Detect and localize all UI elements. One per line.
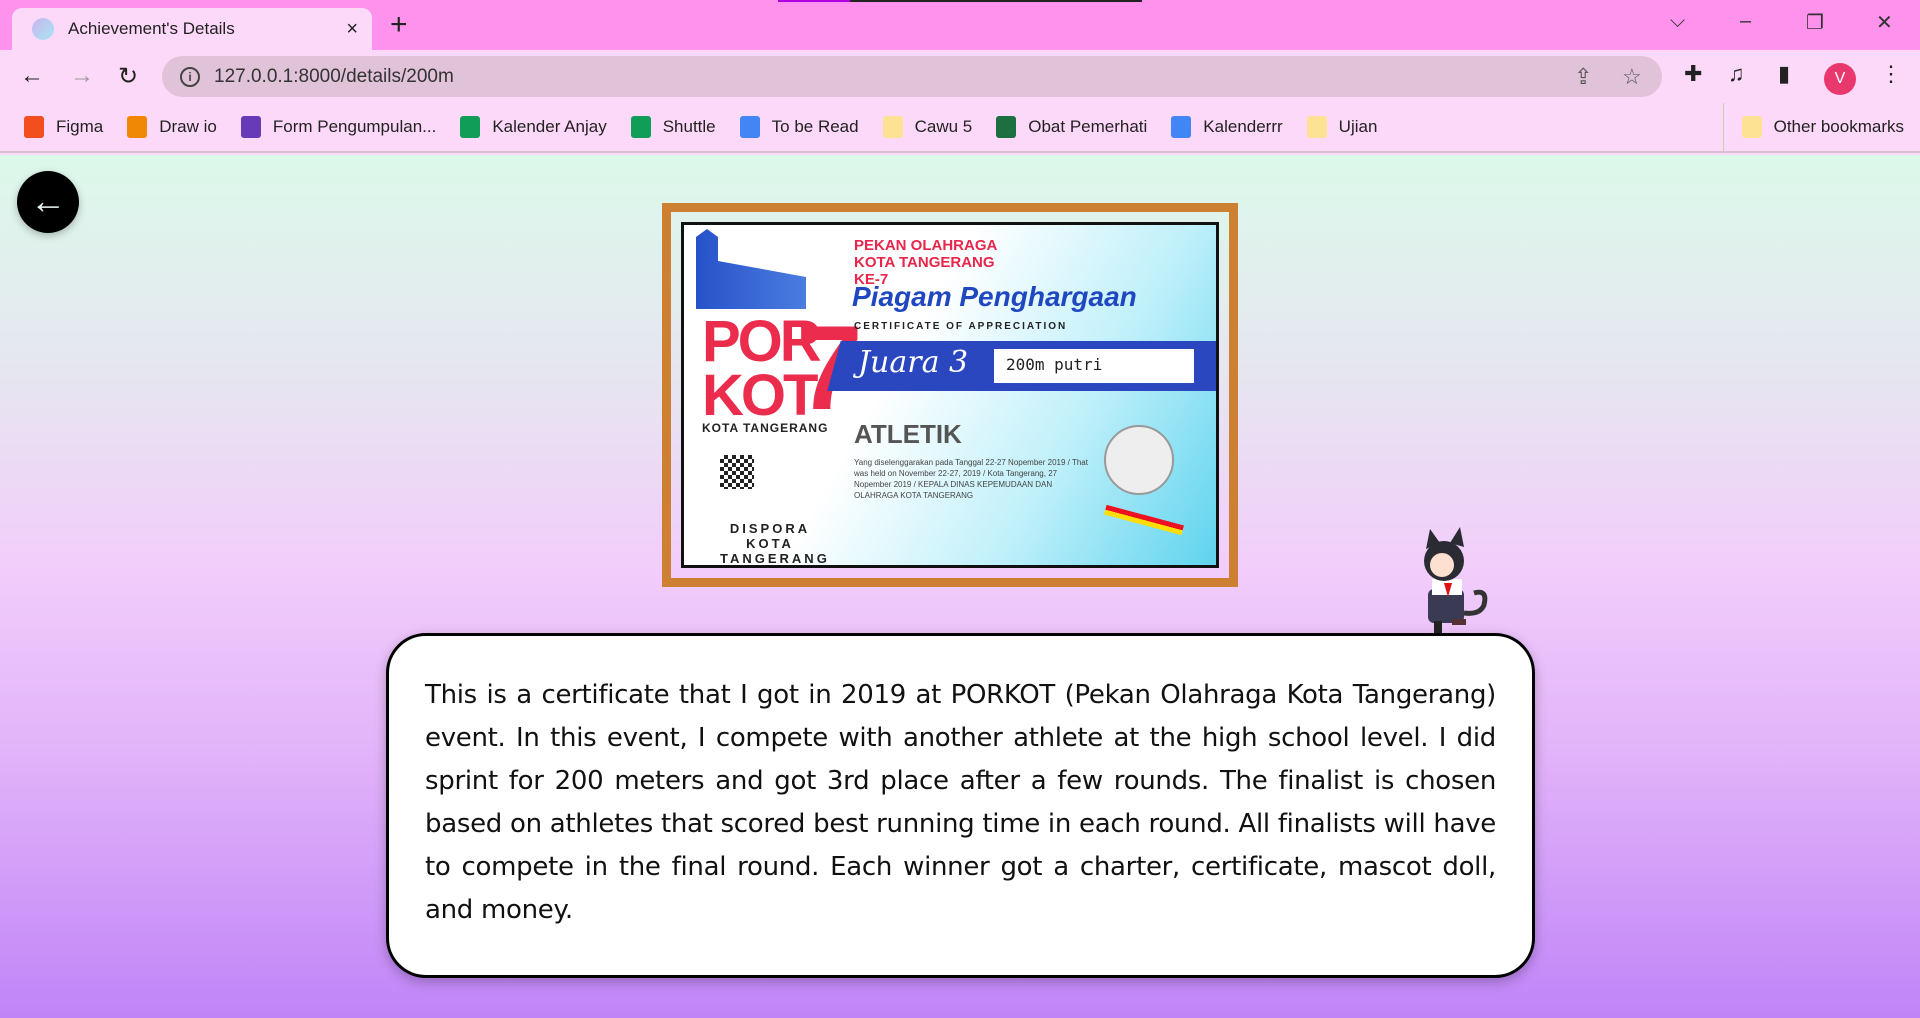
close-window-button[interactable]: ✕ [1876,10,1893,35]
folder-icon [882,116,903,138]
browser-toolbar: ← → ↻ i 127.0.0.1:8000/details/200m ⇪ ☆ … [0,50,1920,103]
reload-icon[interactable]: ↻ [118,62,138,91]
other-bookmarks-label: Other bookmarks [1773,117,1904,136]
certificate-details: Yang diselenggarakan pada Tanggal 22-27 … [854,458,1088,500]
bookmark-label: Cawu 5 [914,117,973,136]
bookmark-label: Figma [56,117,104,136]
google-sheets-icon [630,116,651,138]
share-icon[interactable]: ⇪ [1574,64,1592,90]
side-panel-icon[interactable]: ▮ [1778,61,1790,87]
tab-strip: Achievement's Details × + ⌵ – ❐ ✕ [0,0,1920,50]
certificate-sport: ATLETIK [854,419,962,449]
drawio-icon [127,116,148,138]
certificate-image: POR KOT 7 KOTA TANGERANG PEKAN OLAHRAGA K… [662,203,1238,587]
bookmark-label: Obat Pemerhati [1028,117,1148,136]
tab-indicator [778,0,850,2]
bookmark-item[interactable]: To be Read [739,116,859,138]
tower-logo [696,229,806,309]
bookmark-item[interactable]: Kalender Anjay [460,116,607,138]
description-text: This is a certificate that I got in 2019… [425,680,1496,925]
google-docs-icon [739,116,760,138]
bookmark-label: Shuttle [662,117,716,136]
bookmark-label: Ujian [1338,117,1378,136]
bookmark-star-icon[interactable]: ☆ [1622,64,1642,90]
cat-girl-mascot-icon [1424,527,1488,633]
folder-icon [1306,116,1327,138]
certificate-rank: Juara 3 [858,345,969,380]
bookmark-item[interactable]: Cawu 5 [882,116,973,138]
google-sheets-icon [460,116,481,138]
tab-close-icon[interactable]: × [346,18,358,41]
page-content: ← POR KOT 7 KOTA TANGERANG PEKAN OLAHRAGA… [0,155,1920,1018]
bookmark-label: To be Read [771,117,859,136]
bookmark-item[interactable]: Obat Pemerhati [996,116,1147,138]
minimize-button[interactable]: – [1740,10,1751,33]
certificate-org: DISPORA KOTA TANGERANG [720,521,830,566]
figma-icon [24,116,44,138]
hurdle-image [1104,504,1184,536]
back-button[interactable]: ← [17,171,79,233]
arrow-left-icon: ← [30,180,66,221]
bookmark-label: Form Pengumpulan... [272,117,437,136]
forward-nav-icon[interactable]: → [70,62,94,90]
excel-icon [996,116,1017,138]
site-favicon-icon [32,18,54,40]
other-bookmarks[interactable]: Other bookmarks [1722,103,1904,151]
bookmark-item[interactable]: Shuttle [630,116,716,138]
tab-search-icon[interactable]: ⌵ [1670,10,1685,33]
site-info-icon[interactable]: i [180,66,200,87]
google-calendar-icon [1171,116,1192,138]
bookmark-item[interactable]: Kalenderrr [1171,116,1283,138]
bookmark-item[interactable]: Figma [24,116,103,138]
certificate-title: Piagam Penghargaan [852,281,1137,312]
bookmark-label: Kalenderrr [1203,117,1283,136]
qr-code [720,455,754,489]
profile-avatar[interactable]: V [1824,63,1856,95]
active-tab[interactable]: Achievement's Details × [12,8,372,50]
tab-indicator [850,0,1142,2]
back-nav-icon[interactable]: ← [20,62,44,90]
new-tab-button[interactable]: + [390,8,408,42]
media-control-icon[interactable]: ♫ [1728,61,1745,87]
url-text[interactable]: 127.0.0.1:8000/details/200m [214,66,454,88]
bookmark-item[interactable]: Draw io [127,116,217,138]
folder-icon [1741,116,1762,138]
address-bar[interactable]: i 127.0.0.1:8000/details/200m ⇪ ☆ [162,56,1662,97]
tab-title: Achievement's Details [68,19,235,38]
google-forms-icon [240,116,261,138]
menu-icon[interactable]: ⋮ [1880,61,1902,87]
porkot-city: KOTA TANGERANG [702,421,829,435]
certificate: POR KOT 7 KOTA TANGERANG PEKAN OLAHRAGA K… [681,222,1219,568]
bookmark-item[interactable]: Ujian [1306,116,1378,138]
certificate-event: 200m putri [994,349,1194,383]
restore-button[interactable]: ❐ [1806,10,1824,35]
bookmark-item[interactable]: Form Pengumpulan... [240,116,437,138]
bookmark-label: Kalender Anjay [492,117,607,136]
extensions-icon[interactable]: ✚ [1684,61,1702,87]
bookmark-label: Draw io [159,117,217,136]
bookmarks-bar: Figma Draw io Form Pengumpulan... Kalender … [0,103,1920,153]
mascot-image [1104,425,1174,495]
description-card: This is a certificate that I got in 2019… [386,633,1535,978]
certificate-subtitle: CERTIFICATE OF APPRECIATION [854,321,1068,332]
